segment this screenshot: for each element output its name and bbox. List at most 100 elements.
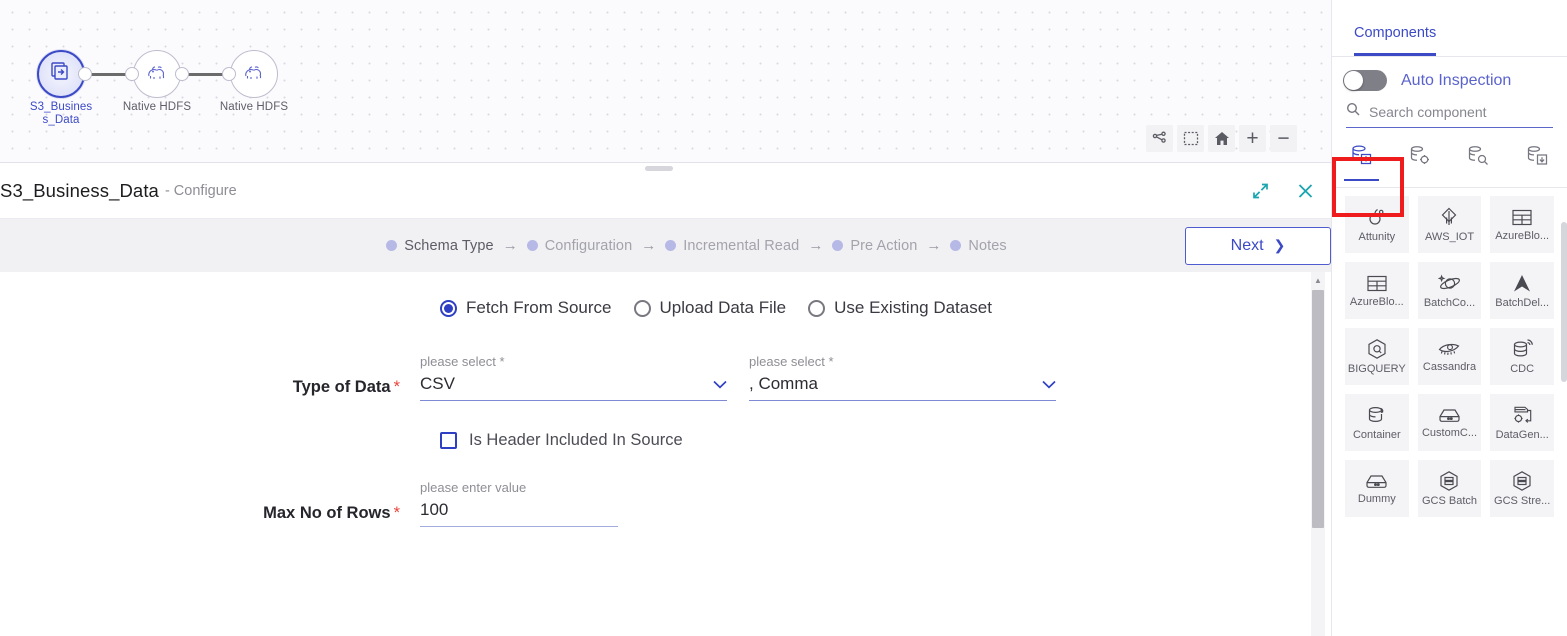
node-port-in[interactable] (222, 67, 236, 81)
component-batchdelta[interactable]: BatchDel... (1490, 262, 1554, 319)
step-label: Configuration (544, 237, 633, 254)
component-attunity[interactable]: Attunity (1345, 196, 1409, 253)
component-azureblob-1[interactable]: AzureBlo... (1490, 196, 1554, 253)
db-download-icon (1525, 143, 1550, 173)
configure-header: S3_Business_Data - Configure (0, 164, 1331, 219)
is-header-included-checkbox[interactable] (440, 432, 457, 449)
node-circle[interactable] (37, 50, 92, 98)
node-label: Native HDFS (122, 101, 192, 113)
next-button[interactable]: Next ❯ (1185, 226, 1331, 265)
node-port-out[interactable] (78, 67, 92, 81)
is-header-included-checkbox-row[interactable]: Is Header Included In Source (0, 431, 1331, 450)
step-dot (665, 240, 677, 251)
canvas-node-s3-business-data[interactable]: S3_Busines s_Data (14, 50, 108, 127)
step-configuration[interactable]: Configuration (526, 237, 633, 254)
component-label: BIGQUERY (1347, 363, 1406, 375)
chevron-down-icon (1042, 378, 1056, 391)
table-grid-icon (1366, 274, 1388, 293)
configure-form: Fetch From Source Upload Data File Use E… (0, 272, 1331, 527)
home-icon[interactable] (1208, 125, 1235, 152)
node-circle[interactable] (125, 50, 189, 98)
step-pre-action[interactable]: Pre Action (832, 238, 917, 254)
expand-arrows-icon[interactable] (1251, 182, 1270, 201)
category-tab-db-search[interactable] (1450, 128, 1509, 187)
components-scrollbar[interactable] (1561, 222, 1567, 636)
radio-label: Fetch From Source (466, 298, 612, 317)
category-tab-db-download[interactable] (1508, 128, 1567, 187)
zoom-out-icon[interactable]: − (1270, 125, 1297, 152)
component-label: Attunity (1358, 231, 1396, 243)
node-label: Native HDFS (219, 101, 289, 113)
radio-fetch-from-source[interactable]: Fetch From Source (440, 298, 612, 318)
auto-inspection-toggle[interactable] (1343, 70, 1387, 91)
component-batchcosmos[interactable]: BatchCo... (1417, 262, 1482, 319)
max-no-of-rows-hint: please enter value (420, 480, 527, 495)
search-input[interactable]: Search component (1369, 104, 1487, 120)
component-cdc[interactable]: CDC (1490, 328, 1554, 385)
max-no-of-rows-label: Max No of Rows * (0, 504, 420, 527)
search-component-row[interactable]: Search component (1346, 102, 1553, 128)
scrollbar-thumb[interactable] (1561, 222, 1567, 382)
step-notes[interactable]: Notes (950, 238, 1007, 254)
pipeline-canvas[interactable]: S3_Busines s_Data Native HDFS Native HDF… (0, 0, 1331, 163)
component-aws-iot[interactable]: AWS_IOT (1417, 196, 1482, 253)
component-label: CDC (1510, 363, 1535, 375)
cosmos-planet-icon (1437, 273, 1461, 294)
max-no-of-rows-input[interactable]: 100 (420, 500, 618, 527)
type-of-data-select[interactable]: CSV (420, 374, 727, 401)
canvas-node-native-hdfs-1[interactable]: Native HDFS (110, 50, 204, 114)
category-tab-db-upload[interactable] (1332, 128, 1391, 187)
canvas-node-native-hdfs-2[interactable]: Native HDFS (207, 50, 301, 114)
scrollbar-thumb[interactable] (1312, 290, 1324, 528)
component-label: AzureBlo... (1349, 295, 1404, 308)
component-dummy[interactable]: Dummy (1345, 460, 1409, 517)
component-gcs-streaming[interactable]: GCS Stre... (1490, 460, 1554, 517)
component-label: Cassandra (1422, 361, 1477, 373)
node-port-out[interactable] (175, 67, 189, 81)
step-dot (832, 240, 844, 251)
category-tab-db-gear[interactable] (1391, 128, 1450, 187)
hex-stack-icon (1438, 470, 1460, 492)
component-datagenerator[interactable]: DataGen... (1490, 394, 1554, 451)
node-port-in[interactable] (125, 67, 139, 81)
radio-use-existing-dataset[interactable]: Use Existing Dataset (808, 298, 992, 318)
auto-inspection-label: Auto Inspection (1401, 71, 1512, 89)
max-no-of-rows-control: please enter value 100 (420, 480, 618, 527)
delimiter-control: please select * , Comma (749, 354, 1056, 401)
category-tabs (1332, 128, 1567, 188)
step-dot (950, 240, 962, 251)
step-arrow-icon: → (502, 237, 518, 254)
form-scrollbar[interactable]: ▲ (1311, 272, 1325, 636)
is-header-included-label: Is Header Included In Source (469, 431, 683, 449)
tab-components[interactable]: Components (1354, 25, 1437, 56)
node-circle[interactable] (222, 50, 278, 98)
component-gcs-batch[interactable]: GCS Batch (1417, 460, 1482, 517)
select-value: , Comma (749, 374, 818, 393)
step-dot (526, 240, 538, 251)
db-search-icon (1466, 143, 1491, 173)
selection-box-icon[interactable] (1177, 125, 1204, 152)
component-label: Dummy (1357, 492, 1396, 505)
step-schema-type[interactable]: Schema Type (386, 238, 494, 254)
zoom-in-icon[interactable]: + (1239, 125, 1266, 152)
component-container[interactable]: Container (1345, 394, 1409, 451)
step-arrow-icon: → (926, 237, 942, 254)
close-icon[interactable] (1296, 182, 1315, 201)
next-button-label: Next (1230, 236, 1264, 254)
layout-graph-icon[interactable] (1146, 125, 1173, 152)
panel-drag-handle[interactable] (645, 166, 673, 171)
component-customcomponent[interactable]: CustomC... (1417, 394, 1482, 451)
step-dot (386, 240, 398, 251)
search-icon (1346, 102, 1360, 121)
delimiter-select[interactable]: , Comma (749, 374, 1056, 401)
radio-label: Upload Data File (659, 298, 787, 317)
component-bigquery[interactable]: BIGQUERY (1345, 328, 1409, 385)
radio-upload-data-file[interactable]: Upload Data File (633, 298, 787, 318)
component-cassandra[interactable]: Cassandra (1417, 328, 1482, 385)
step-arrow-icon: → (641, 237, 657, 254)
auto-inspection-row: Auto Inspection (1332, 57, 1567, 91)
scroll-up-arrow-icon[interactable]: ▲ (1311, 272, 1325, 288)
delimiter-hint: please select * (749, 354, 834, 369)
step-incremental-read[interactable]: Incremental Read (665, 238, 799, 254)
component-azureblob-2[interactable]: AzureBlo... (1345, 262, 1409, 319)
